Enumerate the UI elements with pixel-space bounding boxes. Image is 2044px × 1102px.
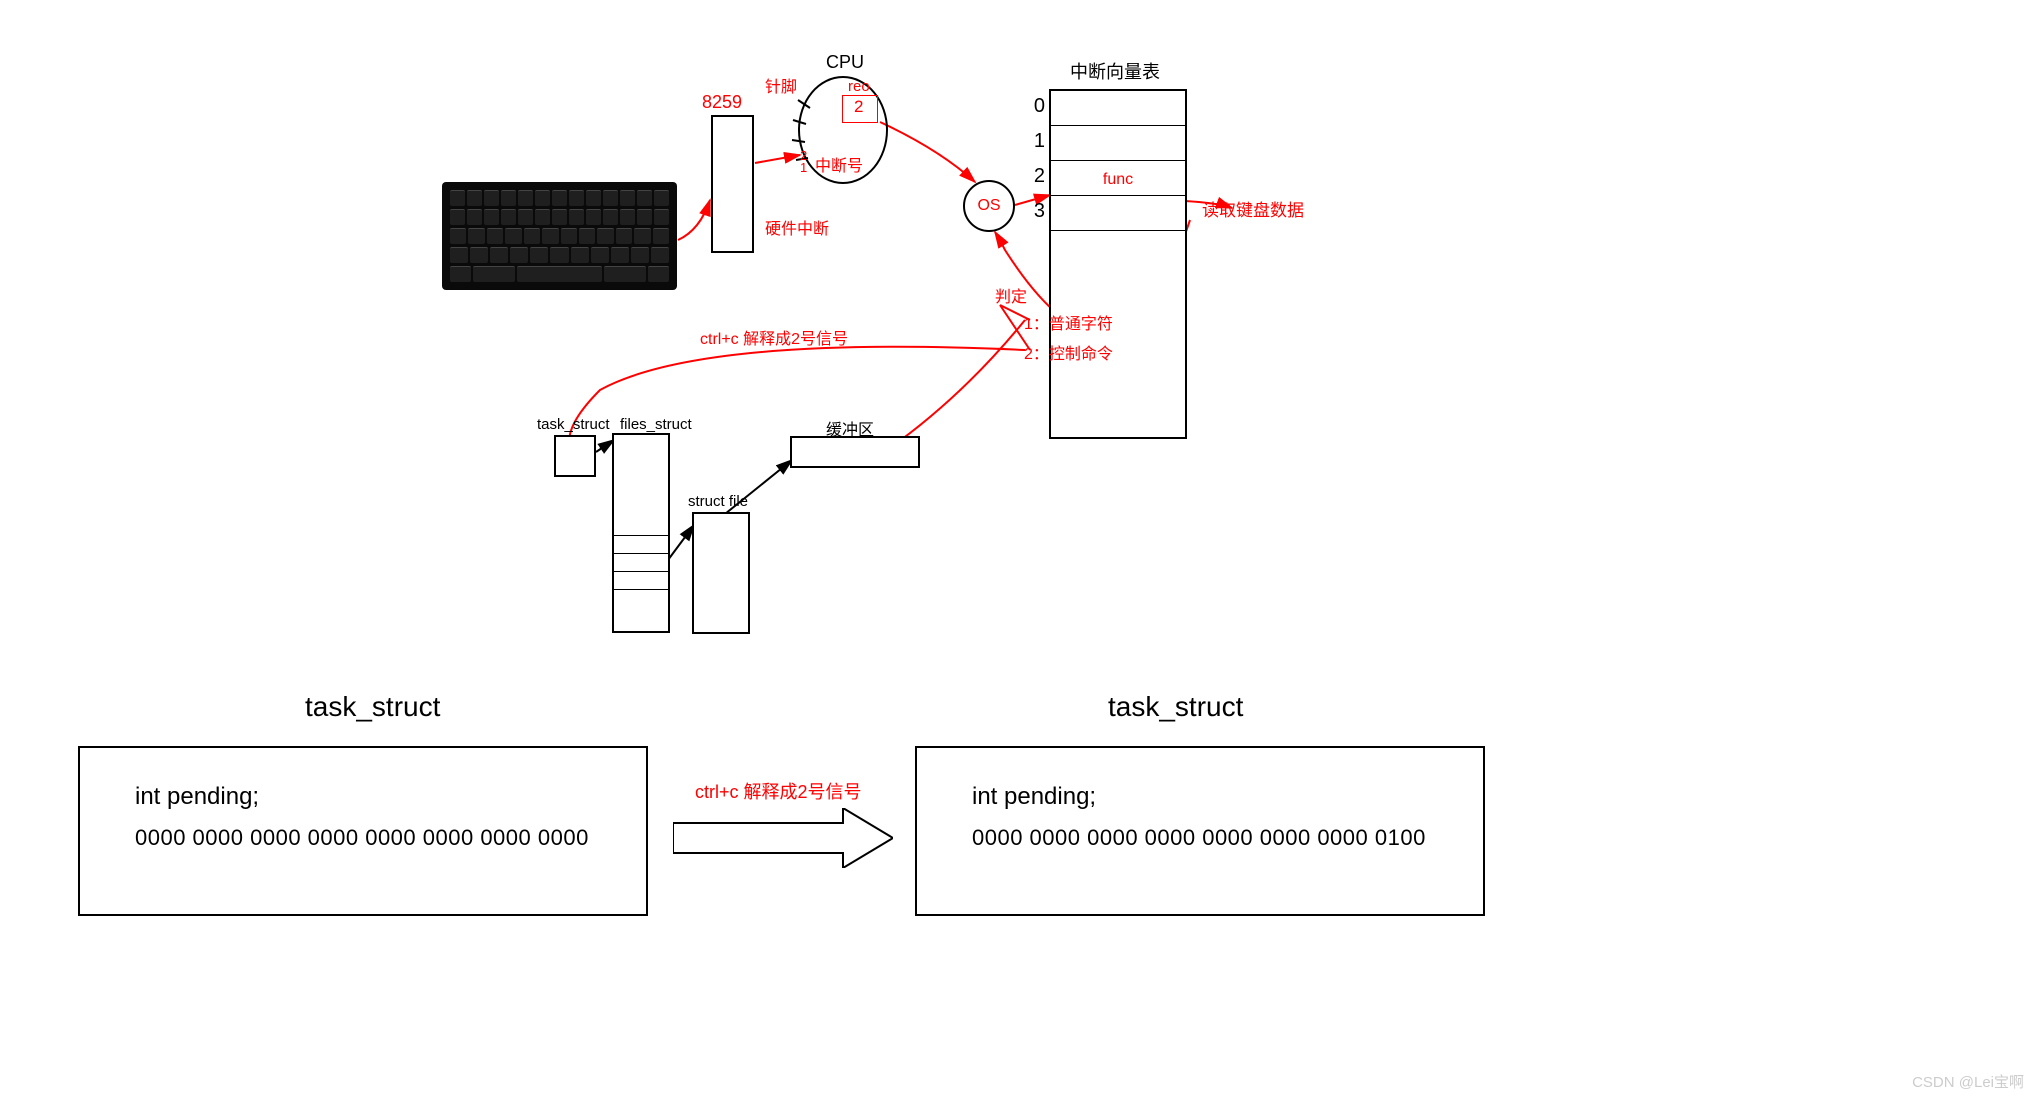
task-struct-box-right: int pending; 0000 0000 0000 0000 0000 00… (915, 746, 1485, 916)
judge-label: 判定 (995, 283, 1027, 307)
ivt-index-1: 1 (1025, 130, 1045, 153)
interrupt-vector-table: func (1049, 89, 1187, 439)
bits-left: 0000 0000 0000 0000 0000 0000 0000 0000 (135, 825, 591, 851)
reo-label: reo (848, 78, 870, 95)
pending-label-left: int pending; (135, 783, 591, 811)
option-2: 2：控制命令 (1024, 340, 1113, 364)
ivt-index-2: 2 (1025, 165, 1045, 188)
reo-value: 2 (854, 97, 863, 117)
struct-file-label: struct file (688, 493, 748, 510)
hardware-interrupt-label: 硬件中断 (765, 215, 829, 239)
option-1: 1：普通字符 (1024, 310, 1113, 334)
struct-file-column (692, 512, 750, 634)
chip-8259 (711, 115, 754, 253)
read-keyboard-label: 读取键盘数据 (1202, 196, 1304, 221)
chip-label: 8259 (702, 92, 742, 113)
task-struct-small-box (554, 435, 596, 477)
pending-label-right: int pending; (972, 783, 1428, 811)
bits-right: 0000 0000 0000 0000 0000 0000 0000 0100 (972, 825, 1428, 851)
task-struct-right-title: task_struct (1108, 691, 1243, 723)
os-label: OS (977, 197, 1000, 215)
task-struct-left-title: task_struct (305, 691, 440, 723)
func-label: func (1103, 171, 1133, 188)
cpu-label: CPU (826, 52, 864, 73)
buffer-box (790, 436, 920, 468)
interrupt-number-label: 中断号 (815, 152, 863, 176)
ivt-index-0: 0 (1025, 95, 1045, 118)
files-struct-label: files_struct (620, 416, 692, 433)
task-struct-box-left: int pending; 0000 0000 0000 0000 0000 00… (78, 746, 648, 916)
watermark: CSDN @Lei宝啊 (1912, 1071, 2024, 1092)
ctrlc-label-upper: ctrl+c 解释成2号信号 (700, 325, 848, 349)
pin-label: 针脚 (765, 73, 797, 97)
interrupt-number-values: 2 1 (800, 150, 807, 174)
ctrlc-label-lower: ctrl+c 解释成2号信号 (695, 778, 862, 804)
task-struct-small-label: task_struct (537, 416, 610, 433)
ivt-index-3: 3 (1025, 200, 1045, 223)
ivt-title: 中断向量表 (1070, 58, 1160, 84)
os-circle: OS (963, 180, 1015, 232)
big-arrow-icon (673, 808, 893, 868)
files-struct-column (612, 433, 670, 633)
keyboard-image (442, 182, 677, 290)
